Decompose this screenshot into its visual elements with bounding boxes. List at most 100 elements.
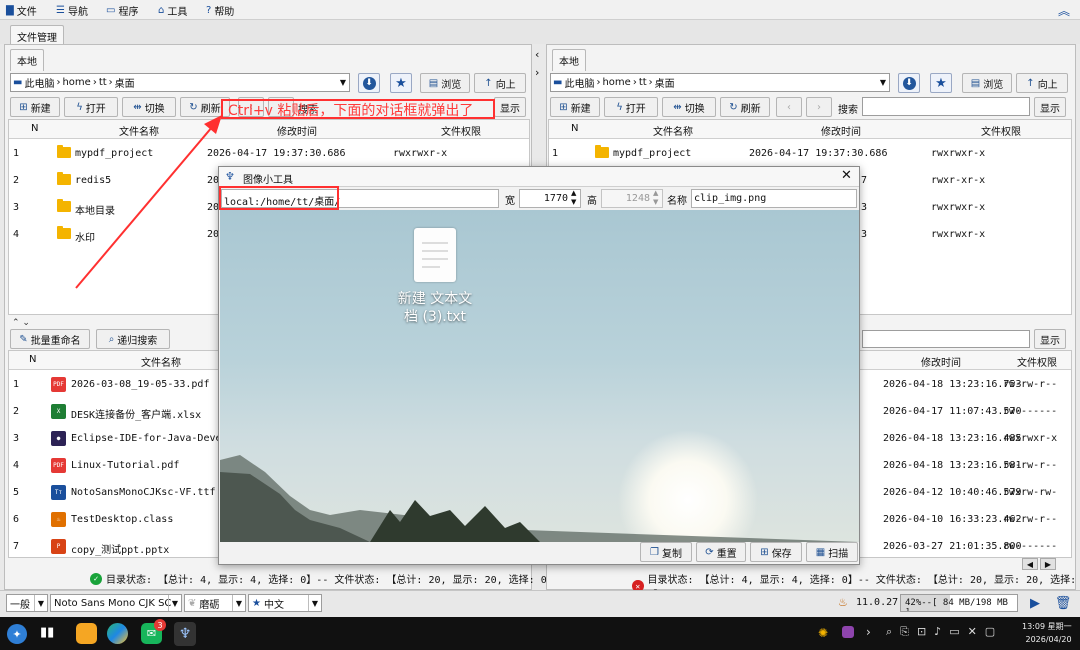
table-row[interactable]: 1 mypdf_project 2026-04-17 19:37:30.686 … (549, 140, 1071, 167)
arrow-up-icon: ↑ (1026, 77, 1035, 89)
copy-button[interactable]: ❐ 复制 (640, 542, 692, 562)
filename-input[interactable]: clip_img.png (691, 189, 857, 208)
open-button[interactable]: ϟ 打开 (604, 97, 658, 117)
text-file-icon[interactable] (414, 228, 456, 282)
wallpaper-scene (220, 430, 859, 542)
clipboard-image-preview: 新建 文本文 档 (3).txt (220, 210, 859, 542)
show-button-2[interactable]: 显示 (1034, 329, 1066, 349)
star-icon: ★ (935, 75, 947, 91)
splitter-arrows-icon[interactable]: ⌃ ⌄ (12, 318, 30, 328)
browser-icon[interactable] (107, 623, 128, 644)
nav-back-button[interactable]: ‹ (776, 97, 802, 117)
file-icon: ▇ (6, 4, 14, 16)
files-app-icon[interactable] (76, 623, 97, 644)
chevron-down-icon: ▼ (308, 595, 321, 611)
pdf-icon: PDF (51, 377, 66, 392)
menu-program[interactable]: ▭ 程序 (106, 3, 138, 18)
tools-icon: ⌂ (158, 4, 165, 16)
tray-app-icon[interactable] (842, 626, 854, 638)
menu-help[interactable]: ? 帮助 (206, 3, 234, 18)
save-button[interactable]: ⊞ 保存 (750, 542, 802, 562)
collapse-left-icon[interactable]: ‹ (535, 48, 539, 61)
bookmark-button[interactable]: ★ (930, 73, 952, 93)
up-button[interactable]: ↑ 向上 (474, 73, 526, 93)
chevron-down-icon[interactable]: ▼ (877, 74, 889, 91)
notification-badge: 3 (154, 619, 166, 631)
annotation-text: Ctrl+v 粘贴后，下面的对话框就弹出了 (228, 103, 474, 119)
feather-app-icon[interactable]: ♆ (174, 622, 196, 646)
chevron-down-icon: ▼ (34, 595, 47, 611)
play-icon[interactable]: ▶ (1024, 594, 1046, 612)
filter-input[interactable] (862, 330, 1030, 348)
browse-button[interactable]: ▤ 浏览 (962, 73, 1012, 93)
dialog-title: 图像小工具 (243, 175, 293, 186)
program-icon: ▭ (106, 4, 116, 16)
search-input[interactable] (862, 97, 1030, 116)
star-icon: ★ (395, 75, 407, 91)
scroll-left-button[interactable]: ◀ (1022, 558, 1038, 570)
theme-select[interactable]: ❦ 磨砺 ▼ (184, 594, 246, 612)
download-button[interactable]: ⬇ (358, 73, 380, 93)
up-button[interactable]: ↑ 向上 (1016, 73, 1068, 93)
trash-icon[interactable]: 🗑 (1052, 594, 1074, 612)
qr-scan-icon: ▦ (815, 546, 826, 558)
close-icon[interactable]: ✕ (841, 168, 852, 183)
java-icon: ♨ (51, 512, 66, 527)
folder-icon (57, 199, 71, 212)
star-icon: ★ (252, 597, 261, 609)
mode-select[interactable]: 一般 ▼ (6, 594, 48, 612)
collapse-up-icon[interactable]: ︽ (1058, 2, 1070, 19)
table-header: N 文件名称 修改时间 文件权限 (549, 120, 1071, 139)
switch-icon: ⇹ (673, 101, 682, 113)
spinner-arrows-icon[interactable]: ▲ ▼ (653, 189, 658, 207)
annotation-arrow (75, 115, 222, 289)
browse-button[interactable]: ▤ 浏览 (420, 73, 470, 93)
computer-icon: ▬ (13, 77, 23, 88)
folder-icon (57, 172, 71, 185)
menu-navigate[interactable]: ☰ 导航 (56, 3, 88, 18)
menu-file[interactable]: ▇ 文件 (6, 3, 37, 18)
spinner-arrows-icon[interactable]: ▲ ▼ (571, 189, 576, 207)
show-button[interactable]: 显示 (1034, 97, 1066, 117)
refresh-button[interactable]: ↻ 刷新 (720, 97, 770, 117)
chevron-down-icon[interactable]: ▼ (337, 74, 349, 91)
scroll-right-button[interactable]: ▶ (1040, 558, 1056, 570)
download-icon: ⬇ (902, 76, 916, 90)
bookmark-button[interactable]: ★ (390, 73, 412, 93)
system-tray-icons[interactable]: ⌕⎘⊡♪▭✕▢ (886, 625, 1003, 639)
recursive-search-button[interactable]: ⌕ 递归搜索 (96, 329, 170, 349)
left-status: ✓ 目录状态: 【总计: 4, 显示: 4, 选择: 0】-- 文件状态: 【总… (90, 571, 557, 586)
reset-button[interactable]: ⟳ 重置 (696, 542, 746, 562)
launcher-icon[interactable]: ✦ (7, 624, 27, 644)
font-select[interactable]: Noto Sans Mono CJK SC ▼ (50, 594, 182, 612)
clock[interactable]: 13:09 星期一 2026/04/20 (1022, 620, 1072, 646)
java-version: 11.0.27 (856, 597, 899, 608)
batch-rename-button[interactable]: ✎ 批量重命名 (10, 329, 90, 349)
search-icon: ⌕ (108, 333, 115, 345)
menu-tools[interactable]: ⌂ 工具 (158, 3, 187, 18)
tab-local-right[interactable]: 本地 (552, 49, 586, 71)
chevron-right-icon[interactable]: › (866, 625, 871, 639)
nav-forward-button[interactable]: › (806, 97, 832, 117)
switch-button[interactable]: ⇹ 切换 (662, 97, 716, 117)
show-button[interactable]: 显示 (494, 97, 526, 117)
excel-icon: X (51, 404, 66, 419)
download-button[interactable]: ⬇ (898, 73, 920, 93)
scan-button[interactable]: ▦ 扫描 (806, 542, 858, 562)
java-icon: ♨ (838, 596, 848, 609)
memory-bar: 42%--[ 84 MB/198 MB ] (900, 594, 1018, 612)
multitask-icon[interactable]: ▮▮ (40, 625, 60, 643)
language-select[interactable]: ★ 中文 ▼ (248, 594, 322, 612)
new-button[interactable]: ⊞ 新建 (550, 97, 600, 117)
leaf-icon: ❦ (188, 597, 197, 609)
computer-icon: ▬ (553, 77, 563, 88)
tab-local-left[interactable]: 本地 (10, 49, 44, 71)
collapse-right-icon[interactable]: › (535, 66, 539, 79)
chevron-left-icon: ‹ (787, 101, 791, 113)
new-button[interactable]: ⊞ 新建 (10, 97, 60, 117)
chevron-right-icon: › (817, 101, 821, 113)
left-path-field[interactable]: ▬ 此电脑 › home › tt › 桌面 (10, 73, 350, 92)
help-icon: ? (206, 4, 212, 16)
right-path-field[interactable]: ▬ 此电脑 › home › tt › 桌面 (550, 73, 890, 92)
sun-icon[interactable]: ✺ (818, 626, 828, 640)
